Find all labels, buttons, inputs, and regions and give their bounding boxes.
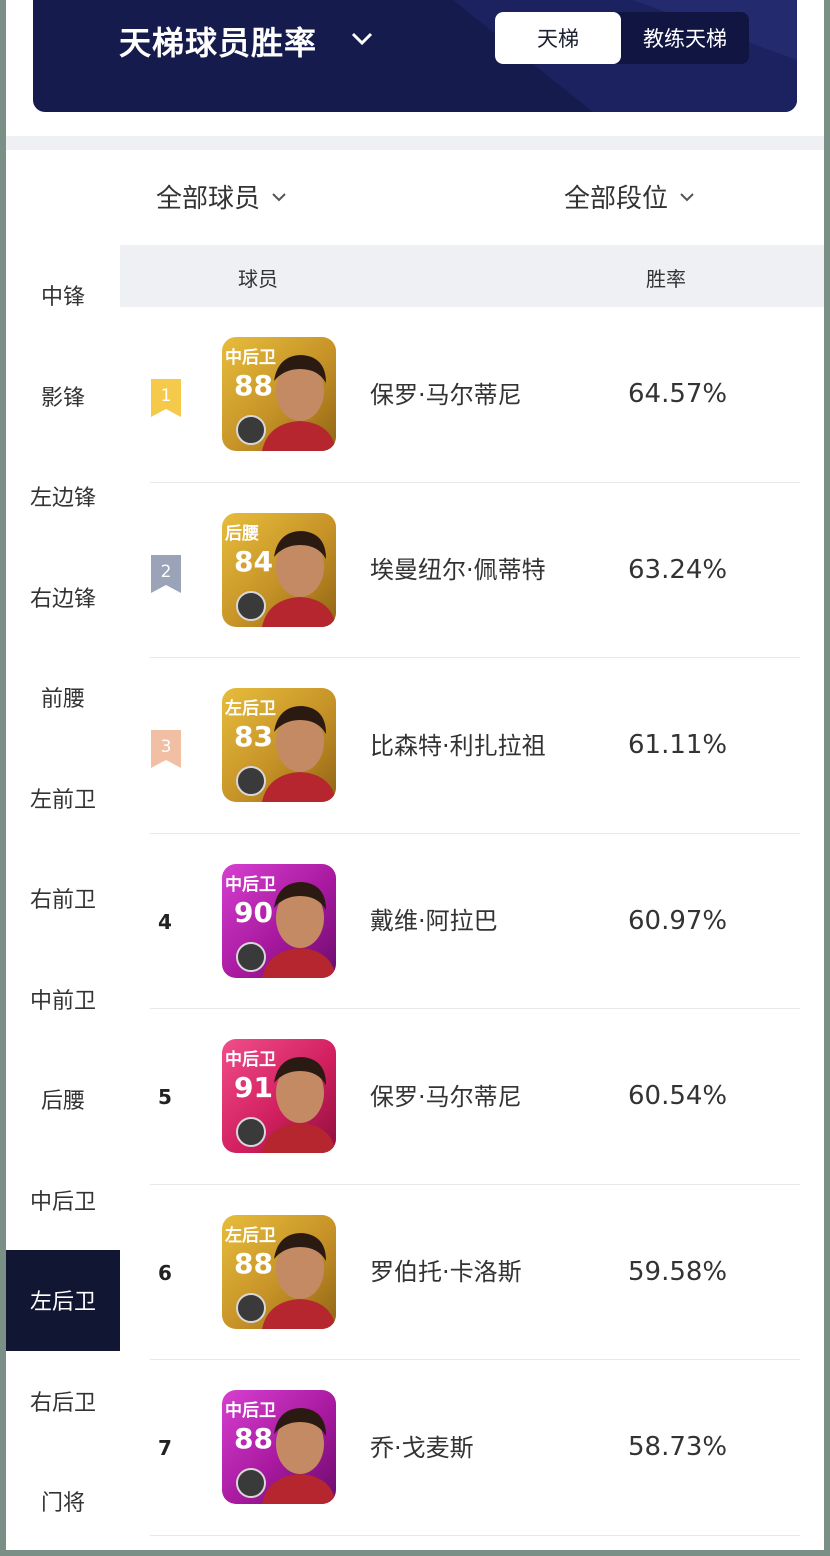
rank-ribbon-icon: 1 — [151, 379, 181, 417]
player-card[interactable]: 左后卫 83 — [222, 688, 336, 802]
chevron-down-icon — [680, 192, 694, 201]
card-position: 中后卫 — [225, 348, 276, 368]
rank-number: 3 — [161, 737, 172, 757]
player-name[interactable]: 戴维·阿拉巴 — [370, 834, 570, 1009]
card-emblem-icon — [236, 1117, 266, 1147]
card-position: 中后卫 — [225, 1401, 276, 1421]
position-sidebar: 中锋 影锋 左边锋 右边锋 前腰 左前卫 右前卫 中前卫 后腰 中后卫 左后卫 … — [6, 245, 120, 1550]
row-divider — [150, 1534, 800, 1536]
player-name[interactable]: 埃曼纽尔·佩蒂特 — [370, 483, 570, 658]
sidebar-item-rb[interactable]: 右后卫 — [6, 1351, 120, 1452]
rank-number: 5 — [158, 1085, 172, 1109]
player-card[interactable]: 左后卫 88 — [222, 1214, 336, 1329]
rank-filter-label: 全部段位 — [564, 184, 669, 214]
rank-number: 1 — [161, 386, 172, 406]
card-rating: 83 — [234, 720, 273, 753]
player-filter-label: 全部球员 — [156, 184, 261, 214]
sidebar-item-ss[interactable]: 影锋 — [6, 346, 120, 447]
win-rate: 60.97% — [628, 905, 728, 936]
card-rating: 91 — [234, 1071, 273, 1104]
sidebar-item-dmf[interactable]: 后腰 — [6, 1049, 120, 1150]
card-emblem-icon — [236, 1468, 266, 1498]
card-rating: 84 — [234, 544, 273, 578]
table-row[interactable]: 7 中后卫 88 乔·戈麦斯 58.73% — [120, 1360, 824, 1536]
sidebar-item-cmf[interactable]: 中前卫 — [6, 949, 120, 1050]
header-banner: 天梯球员胜率 天梯 教练天梯 — [33, 0, 797, 112]
card-emblem-icon — [236, 766, 266, 796]
mode-tabs: 天梯 教练天梯 — [495, 12, 749, 64]
sidebar-item-rwf[interactable]: 右边锋 — [6, 547, 120, 648]
tab-coach-ladder[interactable]: 教练天梯 — [621, 12, 749, 64]
win-rate: 60.54% — [628, 1081, 728, 1111]
player-list: 1 中后卫 88 保罗·马尔蒂尼 64.57% 2 后腰 84 埃曼纽尔·佩蒂特 63.24% 3 左… — [120, 307, 824, 1536]
table-header: 球员 胜率 — [120, 245, 824, 307]
win-rate: 58.73% — [628, 1432, 728, 1462]
table-row[interactable]: 4 中后卫 90 戴维·阿拉巴 60.97% — [120, 834, 824, 1009]
chevron-down-icon[interactable] — [347, 24, 377, 54]
sidebar-item-amf[interactable]: 前腰 — [6, 647, 120, 748]
sidebar-item-lwf[interactable]: 左边锋 — [6, 446, 120, 547]
rank-filter-dropdown[interactable]: 全部段位 — [564, 178, 696, 215]
table-row[interactable]: 5 中后卫 91 保罗·马尔蒂尼 60.54% — [120, 1009, 824, 1185]
player-name[interactable]: 罗伯托·卡洛斯 — [370, 1185, 570, 1360]
card-emblem-icon — [236, 1292, 266, 1323]
page-title[interactable]: 天梯球员胜率 — [119, 18, 317, 64]
win-rate: 61.11% — [628, 730, 728, 760]
player-name[interactable]: 比森特·利扎拉祖 — [370, 658, 570, 833]
table-row[interactable]: 2 后腰 84 埃曼纽尔·佩蒂特 63.24% — [120, 483, 824, 658]
card-emblem-icon — [236, 415, 266, 445]
sidebar-item-rmf[interactable]: 右前卫 — [6, 848, 120, 949]
card-rating: 88 — [234, 1246, 273, 1280]
player-filter-dropdown[interactable]: 全部球员 — [156, 178, 288, 215]
table-row[interactable]: 3 左后卫 83 比森特·利扎拉祖 61.11% — [120, 658, 824, 834]
win-rate: 63.24% — [628, 554, 728, 585]
card-position: 中后卫 — [225, 874, 276, 895]
player-name[interactable]: 保罗·马尔蒂尼 — [370, 1009, 570, 1184]
chevron-down-icon — [272, 192, 286, 201]
sidebar-item-lb[interactable]: 左后卫 — [6, 1250, 120, 1351]
card-rating: 88 — [234, 1422, 273, 1455]
section-divider — [6, 136, 824, 150]
player-card[interactable]: 中后卫 88 — [222, 337, 336, 451]
player-card[interactable]: 后腰 84 — [222, 512, 336, 627]
player-name[interactable]: 乔·戈麦斯 — [370, 1360, 570, 1535]
win-rate: 64.57% — [628, 379, 728, 409]
card-rating: 88 — [234, 369, 273, 402]
card-position: 中后卫 — [225, 1050, 276, 1070]
sidebar-item-cb[interactable]: 中后卫 — [6, 1150, 120, 1251]
player-name[interactable]: 保罗·马尔蒂尼 — [370, 307, 570, 482]
tab-ladder[interactable]: 天梯 — [495, 12, 621, 64]
player-card[interactable]: 中后卫 91 — [222, 1039, 336, 1153]
rank-number: 7 — [158, 1436, 172, 1460]
rank-number: 4 — [158, 909, 172, 934]
card-position: 后腰 — [225, 523, 259, 544]
card-position: 左后卫 — [225, 1225, 276, 1246]
sidebar-item-gk[interactable]: 门将 — [6, 1451, 120, 1550]
card-position: 左后卫 — [225, 699, 276, 719]
column-header-player: 球员 — [238, 267, 278, 291]
win-rate: 59.58% — [628, 1256, 728, 1287]
app-page: 天梯球员胜率 天梯 教练天梯 全部球员 全部段位 中锋 影锋 左边锋 右边锋 前… — [6, 0, 824, 1550]
rank-number: 2 — [161, 562, 172, 582]
sidebar-item-lmf[interactable]: 左前卫 — [6, 748, 120, 849]
rank-number: 6 — [158, 1260, 172, 1285]
sidebar-item-cf[interactable]: 中锋 — [6, 245, 120, 346]
card-rating: 90 — [234, 895, 273, 929]
player-card[interactable]: 中后卫 90 — [222, 863, 336, 978]
card-emblem-icon — [236, 941, 266, 972]
table-row[interactable]: 6 左后卫 88 罗伯托·卡洛斯 59.58% — [120, 1185, 824, 1360]
player-card[interactable]: 中后卫 88 — [222, 1390, 336, 1504]
rank-ribbon-icon: 3 — [151, 730, 181, 768]
table-row[interactable]: 1 中后卫 88 保罗·马尔蒂尼 64.57% — [120, 307, 824, 483]
rank-ribbon-icon: 2 — [151, 554, 181, 593]
card-emblem-icon — [236, 590, 266, 621]
column-header-winrate[interactable]: 胜率 — [646, 263, 686, 292]
